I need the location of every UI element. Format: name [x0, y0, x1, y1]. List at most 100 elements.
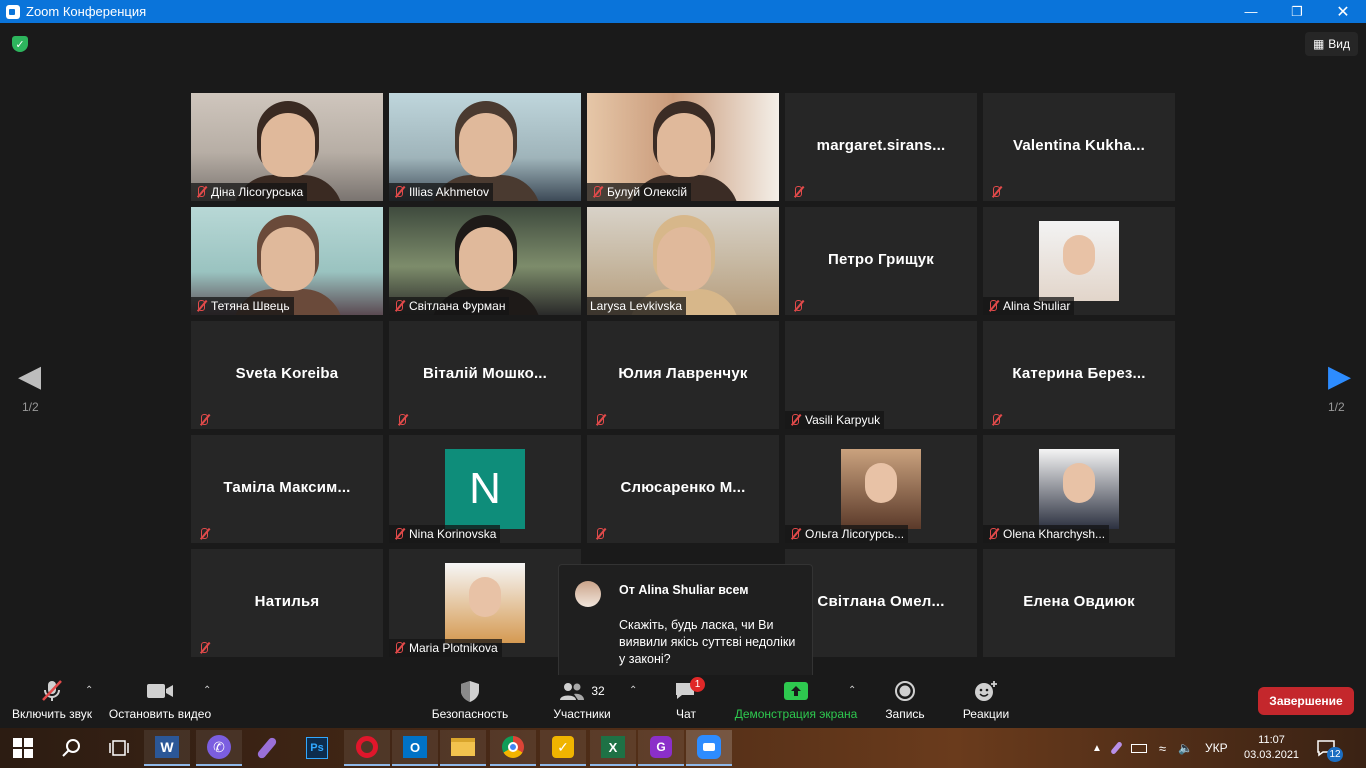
word-taskbar-icon[interactable]: W [144, 730, 190, 766]
chat-label: Чат [676, 707, 696, 721]
security-shield-icon[interactable]: ✓ [12, 36, 28, 52]
meeting-toolbar: Включить звук ⌃ Остановить видео ⌃ Безоп… [0, 675, 1366, 728]
opera-taskbar-icon[interactable] [344, 730, 390, 766]
participant-tile[interactable]: margaret.sirans... [785, 93, 977, 201]
view-label: Вид [1328, 37, 1350, 51]
profile-picture [1039, 221, 1119, 301]
participant-tile[interactable]: Larysa Levkivska [587, 207, 779, 315]
participants-caret-icon[interactable]: ⌃ [629, 685, 637, 696]
participant-tile[interactable]: Віталій Мошко... [389, 321, 581, 429]
profile-picture [445, 563, 525, 643]
mic-muted-icon [986, 527, 1000, 541]
share-screen-button[interactable]: Демонстрация экрана [732, 675, 860, 728]
outlook-taskbar-icon[interactable]: O [392, 730, 438, 766]
prev-page-arrow-icon[interactable]: ◀ [18, 359, 41, 394]
close-button[interactable]: ✕ [1320, 0, 1366, 23]
participant-name-label: Nina Korinovska [389, 525, 501, 543]
participant-tile[interactable]: Sveta Koreiba [191, 321, 383, 429]
participant-tile[interactable]: Натилья [191, 549, 383, 657]
tray-feather-icon[interactable] [1109, 741, 1123, 755]
participant-tile[interactable]: Юлия Лавренчук [587, 321, 779, 429]
wifi-icon[interactable]: ≈ [1159, 741, 1166, 756]
participant-tile[interactable]: Ольга Лісогурсь... [785, 435, 977, 543]
participant-tile[interactable]: Булуй Олексій [587, 93, 779, 201]
reactions-button[interactable]: Реакции [958, 675, 1014, 728]
mic-muted-icon [392, 299, 406, 313]
participant-name: Nina Korinovska [409, 527, 497, 541]
participant-tile[interactable]: Alina Shuliar [983, 207, 1175, 315]
chat-notification-popup[interactable]: От Alina Shuliar всем Скажіть, будь ласк… [558, 564, 813, 682]
minimize-button[interactable]: — [1228, 0, 1274, 23]
participant-display-name: Віталій Мошко... [422, 365, 548, 382]
participant-name: Illias Akhmetov [409, 185, 490, 199]
participant-tile[interactable]: Таміла Максим... [191, 435, 383, 543]
participant-display-name: Юлия Лавренчук [618, 365, 748, 382]
mic-muted-icon [395, 413, 409, 427]
participant-display-name: Петро Грищук [828, 251, 934, 268]
battery-icon[interactable] [1130, 743, 1147, 753]
task-view-icon[interactable] [96, 730, 142, 766]
participant-tile[interactable]: Valentina Kukha... [983, 93, 1175, 201]
photoshop-taskbar-icon[interactable]: Ps [294, 730, 340, 766]
participant-tile[interactable]: Illias Akhmetov [389, 93, 581, 201]
security-button[interactable]: Безопасность [430, 675, 510, 728]
file-explorer-taskbar-icon[interactable] [440, 730, 486, 766]
participant-tile[interactable]: Слюсаренко М... [587, 435, 779, 543]
participant-tile[interactable]: N Nina Korinovska [389, 435, 581, 543]
clock-date: 03.03.2021 [1244, 749, 1300, 761]
mic-muted-icon [593, 413, 607, 427]
participant-tile[interactable]: Тетяна Швець [191, 207, 383, 315]
participant-name: Ольга Лісогурсь... [805, 527, 905, 541]
feather-app-icon[interactable] [244, 730, 290, 766]
tasks-app-taskbar-icon[interactable]: ✓ [540, 730, 586, 766]
shield-icon [461, 681, 479, 702]
mic-muted-icon [593, 527, 607, 541]
mic-muted-icon [392, 527, 406, 541]
participants-icon [560, 683, 585, 700]
participant-tile[interactable]: Катерина Берез... [983, 321, 1175, 429]
grid-icon: ▦ [1312, 37, 1325, 51]
participant-display-name: Світлана Омел... [817, 593, 945, 610]
participant-tile[interactable]: Vasili Karpyuk [785, 321, 977, 429]
chat-button[interactable]: 1 Чат [660, 675, 712, 728]
participant-tile[interactable]: Maria Plotnikova [389, 549, 581, 657]
video-options-caret-icon[interactable]: ⌃ [203, 685, 211, 696]
volume-icon[interactable]: 🔈 [1178, 741, 1193, 755]
maximize-button[interactable]: ❐ [1274, 0, 1320, 23]
unmute-button[interactable]: Включить звук [8, 675, 96, 728]
chrome-taskbar-icon[interactable] [490, 730, 536, 766]
pdf-app-taskbar-icon[interactable]: G [638, 730, 684, 766]
keyboard-language[interactable]: УКР [1205, 741, 1228, 755]
participant-tile[interactable]: Петро Грищук [785, 207, 977, 315]
clock[interactable]: 11:07 03.03.2021 [1244, 728, 1299, 768]
participant-tile[interactable]: Olena Kharchysh... [983, 435, 1175, 543]
windows-start-icon[interactable] [0, 730, 46, 766]
zoom-taskbar-icon[interactable] [686, 730, 732, 766]
zoom-app-icon [6, 4, 20, 19]
participant-display-name: Таміла Максим... [223, 479, 351, 496]
participant-name-label: Світлана Фурман [389, 297, 510, 315]
participants-count: 32 [591, 684, 605, 698]
view-button[interactable]: ▦ Вид [1304, 32, 1358, 56]
video-stage: ✓ ▦ Вид ◀ 1/2 ▶ 1/2 Діна Лісогурська Illi… [0, 23, 1366, 682]
mic-muted-icon [590, 185, 604, 199]
next-page-arrow-icon[interactable]: ▶ [1328, 359, 1351, 394]
stop-video-button[interactable]: Остановить видео [108, 675, 212, 728]
viber-taskbar-icon[interactable]: ✆ [196, 730, 242, 766]
participant-display-name: Натилья [254, 593, 320, 610]
participant-tile[interactable]: Діна Лісогурська [191, 93, 383, 201]
record-button[interactable]: Запись [880, 675, 930, 728]
share-caret-icon[interactable]: ⌃ [848, 685, 856, 696]
participants-button[interactable]: 32 Участники [550, 675, 614, 728]
next-page-indicator: 1/2 [1328, 400, 1345, 414]
tray-expand-icon[interactable]: ▲ [1092, 743, 1102, 754]
mic-muted-icon [392, 185, 406, 199]
search-icon[interactable] [48, 730, 94, 766]
notification-center-icon[interactable]: 12 [1316, 728, 1343, 768]
excel-taskbar-icon[interactable]: X [590, 730, 636, 766]
end-meeting-button[interactable]: Завершение [1258, 687, 1354, 715]
participant-tile[interactable]: Світлана Омел... [785, 549, 977, 657]
participant-tile[interactable]: Елена Овдиюк [983, 549, 1175, 657]
audio-options-caret-icon[interactable]: ⌃ [85, 685, 93, 696]
participant-tile[interactable]: Світлана Фурман [389, 207, 581, 315]
